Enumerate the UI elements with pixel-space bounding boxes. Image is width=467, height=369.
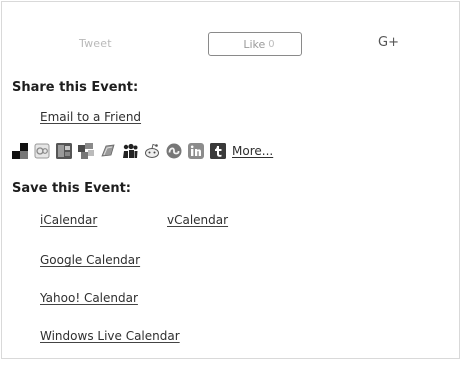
like-label: Like	[243, 37, 266, 51]
vcalendar-link[interactable]: vCalendar	[167, 213, 228, 227]
share-section-title: Share this Event:	[12, 80, 139, 95]
yahoo-calendar-link[interactable]: Yahoo! Calendar	[40, 291, 138, 305]
windows-live-calendar-link[interactable]: Windows Live Calendar	[40, 329, 180, 343]
stumbleupon-icon[interactable]	[166, 143, 182, 159]
tweet-button[interactable]: Tweet	[79, 37, 112, 50]
icalendar-link[interactable]: iCalendar	[40, 213, 97, 227]
event-share-panel: Tweet Like 0 G+ Share this Event: Email …	[1, 1, 460, 359]
share-icons-row: More...	[12, 142, 273, 160]
live-icon[interactable]	[100, 143, 116, 159]
google-plus-button[interactable]: G+	[378, 35, 399, 50]
email-friend-link[interactable]: Email to a Friend	[40, 110, 141, 124]
facebook-icon[interactable]	[56, 143, 72, 159]
digg-icon[interactable]	[34, 143, 50, 159]
more-share-link[interactable]: More...	[232, 144, 273, 158]
google-bookmarks-icon[interactable]	[78, 143, 94, 159]
like-count: 0	[268, 38, 275, 50]
delicious-icon[interactable]	[12, 143, 28, 159]
save-section-title: Save this Event:	[12, 181, 131, 196]
linkedin-icon[interactable]	[188, 143, 204, 159]
like-button[interactable]: Like 0	[208, 32, 302, 56]
reddit-icon[interactable]	[144, 143, 160, 159]
myspace-icon[interactable]	[122, 143, 138, 159]
google-calendar-link[interactable]: Google Calendar	[40, 253, 140, 267]
tumblr-icon[interactable]	[210, 143, 226, 159]
social-buttons-row: Tweet Like 0 G+	[2, 32, 459, 62]
